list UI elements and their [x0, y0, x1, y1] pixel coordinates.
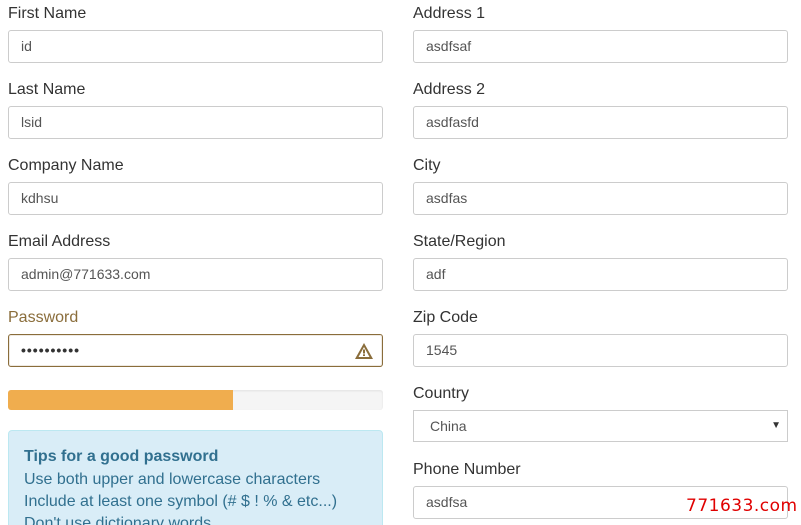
first-name-label: First Name [8, 5, 87, 22]
company-name-input[interactable]: kdhsu [8, 182, 383, 215]
state-label: State/Region [413, 233, 506, 250]
company-name-label: Company Name [8, 157, 124, 174]
zip-input[interactable]: 1545 [413, 334, 788, 367]
tips-title: Tips for a good password [24, 448, 219, 465]
password-value: •••••••••• [21, 342, 81, 358]
city-label: City [413, 157, 441, 174]
password-label: Password [8, 309, 79, 326]
address2-input[interactable]: asdfasfd [413, 106, 788, 139]
warning-triangle-icon [355, 343, 373, 359]
password-input[interactable]: •••••••••• [8, 334, 383, 367]
address1-label: Address 1 [413, 5, 486, 22]
tips-line: Include at least one symbol (# $ ! % & e… [24, 493, 338, 510]
caret-down-icon: ▼ [771, 420, 781, 431]
password-tips-panel: Tips for a good password Use both upper … [8, 430, 383, 525]
tips-line: Use both upper and lowercase characters [24, 471, 321, 488]
last-name-label: Last Name [8, 81, 86, 98]
country-select[interactable]: China ▼ [413, 410, 788, 442]
watermark: 771633.com [686, 496, 798, 516]
first-name-input[interactable]: id [8, 30, 383, 63]
last-name-input[interactable]: lsid [8, 106, 383, 139]
email-input[interactable]: admin@771633.com [8, 258, 383, 291]
email-label: Email Address [8, 233, 111, 250]
city-input[interactable]: asdfas [413, 182, 788, 215]
phone-label: Phone Number [413, 461, 521, 478]
country-label: Country [413, 385, 470, 402]
state-input[interactable]: adf [413, 258, 788, 291]
address2-label: Address 2 [413, 81, 486, 98]
zip-label: Zip Code [413, 309, 478, 326]
password-strength-fill [8, 390, 233, 410]
address1-input[interactable]: asdfsaf [413, 30, 788, 63]
country-selected-value: China [430, 418, 467, 434]
tips-line: Don't use dictionary words [24, 515, 212, 525]
password-strength-bar [8, 390, 383, 410]
